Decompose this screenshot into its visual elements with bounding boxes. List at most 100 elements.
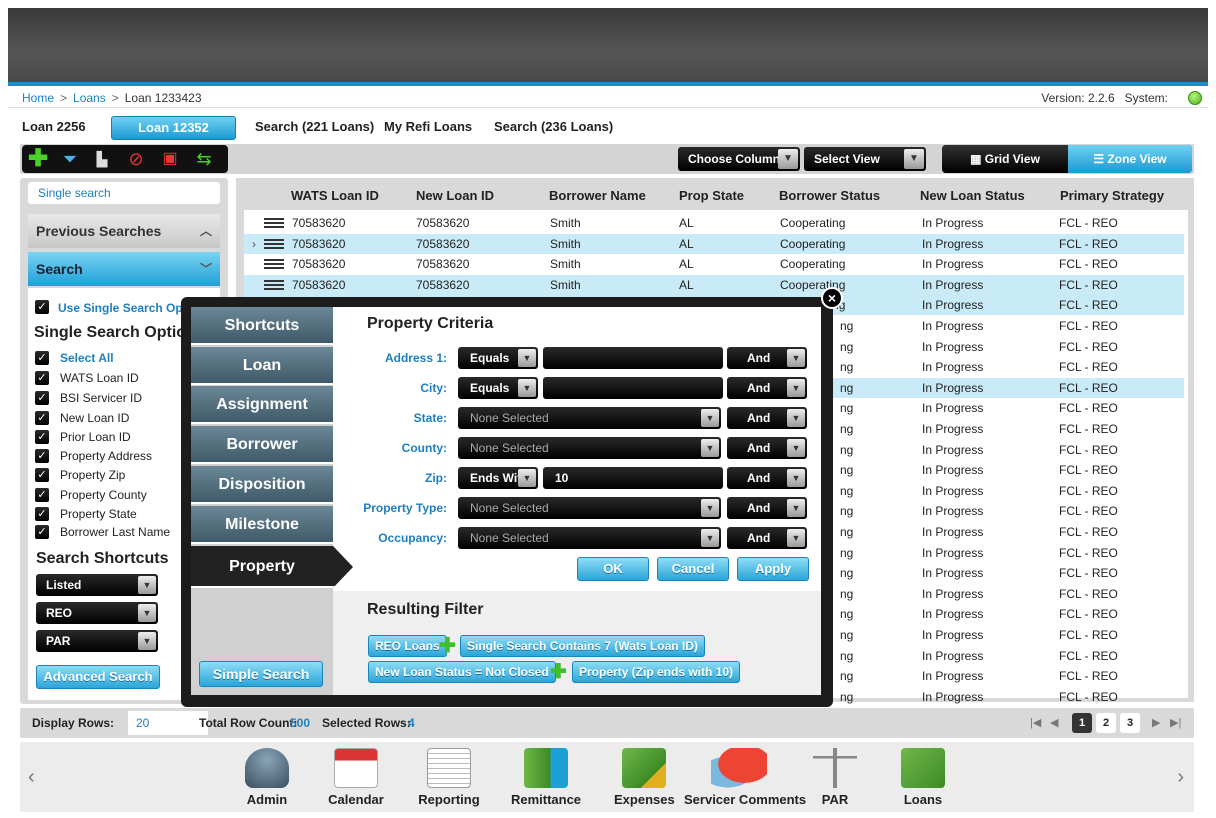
block-icon[interactable]: ⊘ (126, 149, 146, 169)
dock-calendar[interactable]: Calendar (328, 748, 384, 810)
row-menu-icon[interactable] (264, 218, 284, 228)
expand-icon[interactable]: › (252, 237, 256, 251)
select-all-checkbox[interactable]: ✓ (35, 351, 49, 365)
option-checkbox[interactable]: ✓ (35, 391, 49, 405)
select-view-dropdown[interactable]: Select View ▼ (804, 147, 926, 171)
delete-icon[interactable]: ▣ (160, 149, 180, 169)
dock-remittance[interactable]: Remittance (508, 748, 584, 810)
advanced-search-button[interactable]: Advanced Search (36, 665, 160, 689)
chevron-right-icon[interactable]: › (1177, 766, 1184, 789)
filter-chip-property-zip[interactable]: Property (Zip ends with 10) (572, 661, 741, 683)
criteria-value-input[interactable]: 10 (543, 467, 723, 489)
save-icon[interactable]: ▙ (92, 149, 112, 169)
ok-button[interactable]: OK (577, 557, 649, 581)
add-icon[interactable]: ✚ (28, 147, 48, 171)
apply-button[interactable]: Apply (737, 557, 809, 581)
row-menu-icon[interactable] (264, 259, 284, 270)
option-checkbox[interactable]: ✓ (35, 507, 49, 521)
conjunction-dropdown[interactable]: And ▼ (727, 347, 807, 369)
cancel-button[interactable]: Cancel (657, 557, 729, 581)
nav-shortcuts[interactable]: Shortcuts (191, 307, 333, 345)
dock-expenses[interactable]: Expenses (614, 748, 675, 810)
tab-loan-2256[interactable]: Loan 2256 (10, 116, 98, 140)
dock-admin[interactable]: Admin (242, 748, 292, 810)
row-menu-icon[interactable] (264, 238, 284, 249)
col-new-loan-id[interactable]: New Loan ID (416, 188, 494, 203)
option-checkbox[interactable]: ✓ (35, 468, 49, 482)
refresh-icon[interactable]: ⇆ (194, 149, 214, 169)
grid-view-button[interactable]: ▦ Grid View (942, 145, 1068, 173)
dock-loans[interactable]: Loans (898, 748, 948, 810)
shortcut-listed-dropdown[interactable]: Listed ▼ (36, 574, 158, 596)
col-borrower-status[interactable]: Borrower Status (779, 188, 880, 203)
option-checkbox[interactable]: ✓ (35, 488, 49, 502)
row-menu-icon[interactable] (264, 279, 284, 290)
display-rows-input[interactable]: 20 (128, 711, 208, 735)
option-checkbox[interactable]: ✓ (35, 525, 49, 539)
table-row[interactable]: 70583620 70583620 Smith AL Cooperating In Pro… (244, 254, 1184, 274)
shortcut-reo-dropdown[interactable]: REO ▼ (36, 602, 158, 624)
conjunction-dropdown[interactable]: And ▼ (727, 437, 807, 459)
option-checkbox[interactable]: ✓ (35, 411, 49, 425)
nav-borrower[interactable]: Borrower (191, 426, 333, 464)
zone-view-button[interactable]: ☰ Zone View (1068, 145, 1192, 173)
operator-dropdown[interactable]: Equals ▼ (458, 377, 538, 399)
option-checkbox[interactable]: ✓ (35, 430, 49, 444)
col-new-loan-status[interactable]: New Loan Status (920, 188, 1025, 203)
tab-search-236[interactable]: Search (236 Loans) (482, 116, 625, 140)
close-icon[interactable]: × (821, 287, 843, 309)
col-borrower-name[interactable]: Borrower Name (549, 188, 646, 203)
prev-page-icon[interactable]: ◀ (1050, 716, 1058, 729)
page-3[interactable]: 3 (1120, 713, 1140, 733)
first-page-icon[interactable]: |◀ (1030, 716, 1041, 729)
nav-disposition[interactable]: Disposition (191, 466, 333, 504)
simple-search-button[interactable]: Simple Search (199, 661, 323, 687)
conjunction-dropdown[interactable]: And ▼ (727, 527, 807, 549)
filter-icon[interactable]: ⏷ (60, 149, 80, 169)
criteria-value-input[interactable] (543, 377, 723, 399)
dock-reporting[interactable]: Reporting (416, 748, 482, 810)
tab-search-221[interactable]: Search (221 Loans) (243, 116, 386, 140)
single-search-input[interactable]: Single search (28, 182, 220, 204)
choose-columns-dropdown[interactable]: Choose Columns ▼ (678, 147, 800, 171)
previous-searches-header[interactable]: Previous Searches ︿ (28, 214, 220, 248)
table-row[interactable]: › 70583620 70583620 Smith AL Cooperating In Pr… (244, 233, 1184, 254)
filter-chip-loan-status[interactable]: New Loan Status = Not Closed (368, 661, 556, 683)
criteria-select[interactable]: None Selected ▼ (458, 497, 721, 519)
tab-loan-12352[interactable]: Loan 12352 (111, 116, 236, 140)
nav-loan[interactable]: Loan (191, 347, 333, 385)
criteria-select[interactable]: None Selected ▼ (458, 527, 721, 549)
option-checkbox[interactable]: ✓ (35, 371, 49, 385)
criteria-value-input[interactable] (543, 347, 723, 369)
criteria-select[interactable]: None Selected ▼ (458, 437, 721, 459)
next-page-icon[interactable]: ▶ (1152, 716, 1160, 729)
conjunction-dropdown[interactable]: And ▼ (727, 377, 807, 399)
filter-chip-single-search[interactable]: Single Search Contains 7 (Wats Loan ID) (460, 635, 705, 657)
table-row[interactable]: 70583620 70583620 Smith AL Cooperating In Pro… (244, 213, 1184, 233)
col-prop-state[interactable]: Prop State (679, 188, 744, 203)
chevron-left-icon[interactable]: ‹ (28, 766, 35, 789)
operator-dropdown[interactable]: Ends With ▼ (458, 467, 538, 489)
search-header[interactable]: Search ﹀ (28, 252, 220, 286)
tab-my-refi-loans[interactable]: My Refi Loans (372, 116, 484, 140)
filter-chip-reo-loans[interactable]: REO Loans (368, 635, 447, 657)
breadcrumb-home[interactable]: Home (22, 91, 54, 105)
dock-par[interactable]: PAR (810, 748, 860, 810)
conjunction-dropdown[interactable]: And ▼ (727, 497, 807, 519)
nav-assignment[interactable]: Assignment (191, 386, 333, 424)
col-primary-strategy[interactable]: Primary Strategy (1060, 188, 1164, 203)
operator-dropdown[interactable]: Equals ▼ (458, 347, 538, 369)
shortcut-par-dropdown[interactable]: PAR ▼ (36, 630, 158, 652)
nav-milestone[interactable]: Milestone (191, 506, 333, 544)
nav-property[interactable]: Property (191, 546, 353, 588)
criteria-select[interactable]: None Selected ▼ (458, 407, 721, 429)
conjunction-dropdown[interactable]: And ▼ (727, 467, 807, 489)
col-wats-loan-id[interactable]: WATS Loan ID (291, 188, 379, 203)
breadcrumb-loans[interactable]: Loans (73, 91, 106, 105)
last-page-icon[interactable]: ▶| (1170, 716, 1181, 729)
use-single-search-checkbox[interactable]: ✓ (35, 300, 49, 314)
page-1[interactable]: 1 (1072, 713, 1092, 733)
table-row[interactable]: 70583620 70583620 Smith AL Cooperating In Pro… (244, 274, 1184, 295)
conjunction-dropdown[interactable]: And ▼ (727, 407, 807, 429)
dock-servicer-comments[interactable]: Servicer Comments (684, 748, 806, 810)
